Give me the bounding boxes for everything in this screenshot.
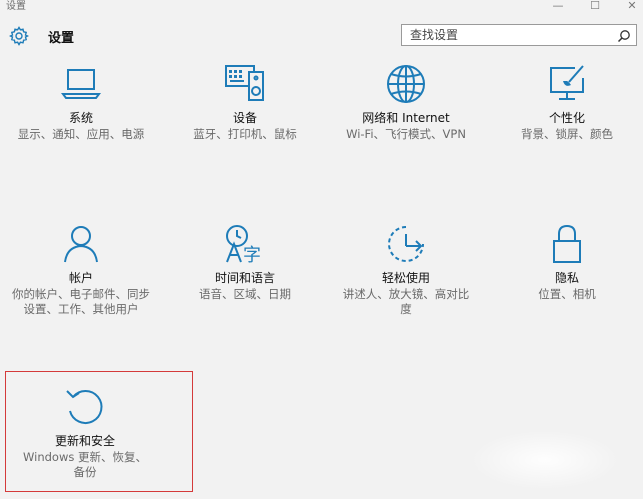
search-icon[interactable] bbox=[617, 28, 631, 43]
tile-description: 语音、区域、日期 bbox=[199, 287, 291, 301]
tile-network[interactable]: 网络和 Internet Wi-Fi、飞行模式、VPN bbox=[331, 62, 481, 142]
tile-name: 个性化 bbox=[548, 111, 585, 125]
maximize-button[interactable]: ☐ bbox=[583, 0, 607, 12]
tile-system[interactable]: 系统 显示、通知、应用、电源 bbox=[6, 62, 156, 142]
minimize-button[interactable]: — bbox=[546, 0, 570, 12]
lock-icon bbox=[545, 222, 589, 266]
tile-name: 帐户 bbox=[68, 271, 93, 285]
tile-description: Windows 更新、恢复、备份 bbox=[23, 450, 147, 479]
tile-description: 讲述人、放大镜、高对比度 bbox=[342, 287, 470, 316]
tile-update-security[interactable]: 更新和安全 Windows 更新、恢复、备份 bbox=[10, 385, 160, 480]
watermark-blur bbox=[470, 430, 620, 490]
tile-name: 设备 bbox=[232, 111, 257, 125]
tile-accounts[interactable]: 帐户 你的帐户、电子邮件、同步设置、工作、其他用户 bbox=[6, 222, 156, 317]
close-button[interactable]: ✕ bbox=[620, 0, 643, 12]
tile-personalization[interactable]: 个性化 背景、锁屏、颜色 bbox=[492, 62, 642, 142]
tile-description: 蓝牙、打印机、鼠标 bbox=[193, 127, 297, 141]
update-icon bbox=[63, 385, 107, 429]
search-input[interactable] bbox=[410, 27, 610, 43]
svg-text:字: 字 bbox=[243, 245, 261, 266]
header: 设置 bbox=[0, 18, 643, 54]
tile-description: 显示、通知、应用、电源 bbox=[17, 127, 145, 141]
tile-privacy[interactable]: 隐私 位置、相机 bbox=[492, 222, 642, 302]
tile-name: 网络和 Internet bbox=[362, 111, 450, 125]
window-title: 设置 bbox=[6, 1, 26, 12]
paint-monitor-icon bbox=[545, 62, 589, 106]
time-language-icon: 字 bbox=[223, 222, 267, 266]
tile-name: 时间和语言 bbox=[214, 271, 275, 285]
tile-description: 背景、锁屏、颜色 bbox=[521, 127, 613, 141]
search-box[interactable] bbox=[401, 24, 637, 46]
tile-name: 系统 bbox=[68, 111, 93, 125]
laptop-icon bbox=[59, 62, 103, 106]
tile-ease-of-access[interactable]: 轻松使用 讲述人、放大镜、高对比度 bbox=[331, 222, 481, 317]
globe-icon bbox=[384, 62, 428, 106]
title-bar: 设置 — ☐ ✕ bbox=[0, 0, 643, 14]
ease-of-access-icon bbox=[384, 222, 428, 266]
page-title: 设置 bbox=[48, 31, 75, 46]
tile-description: Wi-Fi、飞行模式、VPN bbox=[346, 127, 466, 141]
tile-description: 你的帐户、电子邮件、同步设置、工作、其他用户 bbox=[12, 287, 150, 316]
tile-devices[interactable]: 设备 蓝牙、打印机、鼠标 bbox=[170, 62, 320, 142]
tile-name: 隐私 bbox=[554, 271, 579, 285]
tile-time-language[interactable]: 字 时间和语言 语音、区域、日期 bbox=[170, 222, 320, 302]
tile-name: 更新和安全 bbox=[54, 434, 115, 448]
gear-icon bbox=[8, 26, 30, 46]
person-icon bbox=[59, 222, 103, 266]
keyboard-speaker-icon bbox=[223, 62, 267, 106]
tile-name: 轻松使用 bbox=[381, 271, 430, 285]
tile-description: 位置、相机 bbox=[538, 287, 596, 301]
